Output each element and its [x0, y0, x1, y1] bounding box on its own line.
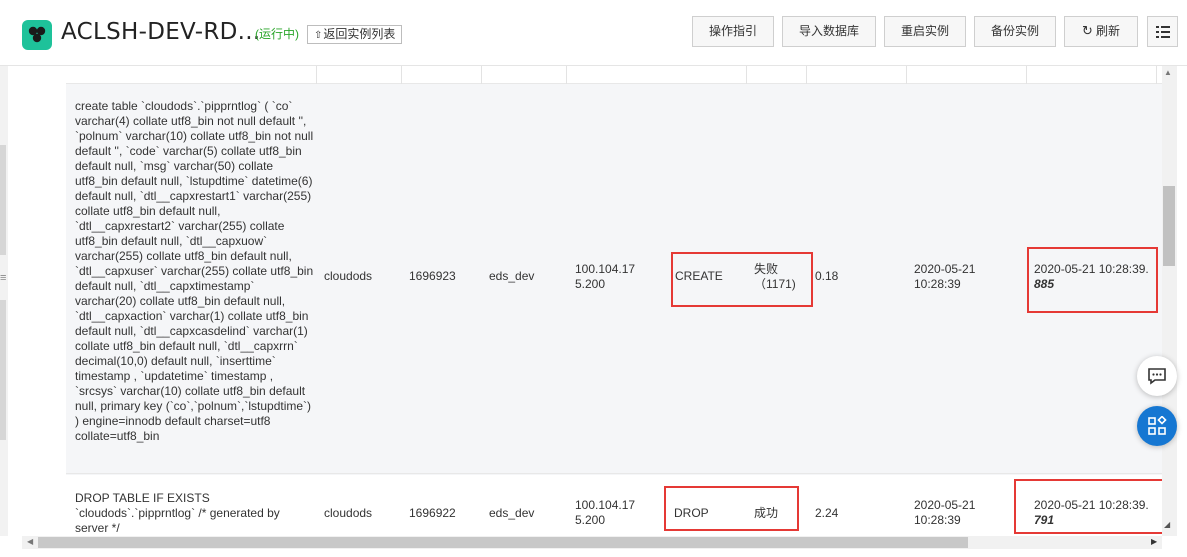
start-time-cell: 2020-05-21 10:28:39	[914, 262, 976, 291]
list-menu-button[interactable]	[1147, 16, 1178, 47]
vertical-scrollbar[interactable]	[1162, 66, 1177, 536]
chat-button[interactable]	[1137, 356, 1177, 396]
restart-instance-button[interactable]: 重启实例	[884, 16, 966, 47]
list-menu-icon	[1156, 26, 1170, 38]
vertical-scrollbar-thumb[interactable]	[1163, 186, 1175, 266]
apps-icon	[1148, 416, 1167, 435]
column-divider[interactable]	[806, 66, 807, 84]
user-cell: eds_dev	[489, 269, 535, 283]
back-arrow-icon: ⇧	[314, 30, 323, 41]
duration-cell: 0.18	[815, 269, 839, 283]
guide-button[interactable]: 操作指引	[692, 16, 774, 47]
refresh-icon: ↻	[1082, 24, 1093, 39]
highlight-box-drop-endtime	[1014, 479, 1170, 534]
column-divider[interactable]	[1026, 66, 1027, 84]
back-to-list-label: 返回实例列表	[323, 27, 396, 41]
back-to-list-button[interactable]: ⇧返回实例列表	[307, 25, 403, 44]
column-divider[interactable]	[746, 66, 747, 84]
highlight-box-create-endtime	[1027, 247, 1158, 313]
database-logo-icon	[22, 20, 52, 50]
start-time-cell: 2020-05-21 10:28:39	[914, 498, 976, 527]
left-gutter-handle[interactable]	[0, 145, 6, 255]
user-cell: eds_dev	[489, 506, 535, 520]
thread-id-cell: 1696923	[409, 269, 456, 283]
column-divider[interactable]	[566, 66, 567, 84]
column-divider[interactable]	[1156, 66, 1157, 84]
chat-icon	[1148, 368, 1166, 385]
highlight-box-drop-result	[664, 486, 799, 531]
database-cell: cloudods	[324, 269, 373, 283]
instance-title: ACLSH-DEV-RD...	[61, 19, 261, 45]
refresh-button[interactable]: ↻ 刷新	[1064, 16, 1138, 47]
apps-button[interactable]	[1137, 406, 1177, 446]
left-gutter-handle[interactable]	[0, 300, 6, 440]
scroll-down-icon[interactable]: ◢	[1164, 520, 1170, 529]
ip-cell: 100.104.175.200	[575, 262, 636, 291]
table-header	[66, 66, 1162, 84]
scroll-right-icon[interactable]: ▶	[1151, 537, 1157, 546]
sql-statement-cell: DROP TABLE IF EXISTS `cloudods`.`pipprnt…	[75, 491, 280, 535]
database-cell: cloudods	[324, 506, 373, 520]
instance-status-badge: (运行中)	[255, 27, 299, 41]
scroll-left-icon[interactable]: ◀	[27, 537, 33, 546]
scroll-up-icon[interactable]: ▲	[1164, 68, 1172, 77]
refresh-label: 刷新	[1095, 24, 1120, 38]
collapse-handle-icon[interactable]: ≡	[0, 272, 6, 284]
column-divider[interactable]	[401, 66, 402, 84]
horizontal-scrollbar-thumb[interactable]	[38, 537, 968, 548]
table-row[interactable]: DROP TABLE IF EXISTS `cloudods`.`pipprnt…	[66, 475, 1162, 536]
column-divider[interactable]	[316, 66, 317, 84]
column-divider[interactable]	[906, 66, 907, 84]
duration-cell: 2.24	[815, 506, 839, 520]
column-divider[interactable]	[481, 66, 482, 84]
sql-audit-table: create table `cloudods`.`pipprntlog` ( `…	[66, 66, 1162, 536]
sql-statement-cell: create table `cloudods`.`pipprntlog` ( `…	[75, 99, 314, 443]
instance-header: ACLSH-DEV-RD... (运行中) ⇧返回实例列表 操作指引 导入数据库…	[0, 0, 1187, 66]
ip-cell: 100.104.175.200	[575, 498, 636, 527]
backup-instance-button[interactable]: 备份实例	[974, 16, 1056, 47]
highlight-box-create-result	[671, 252, 813, 307]
import-database-button[interactable]: 导入数据库	[782, 16, 876, 47]
thread-id-cell: 1696922	[409, 506, 456, 520]
table-row[interactable]: create table `cloudods`.`pipprntlog` ( `…	[66, 84, 1162, 474]
